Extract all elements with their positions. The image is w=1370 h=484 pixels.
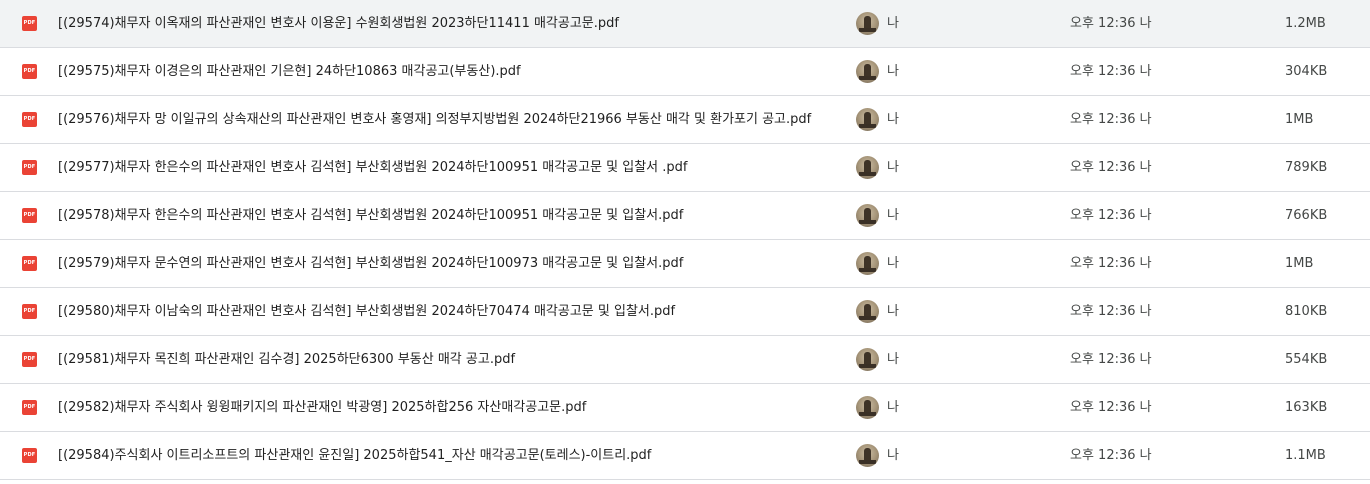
modified-time: 오후 12:36 나 bbox=[1070, 256, 1152, 271]
owner-avatar bbox=[856, 444, 879, 467]
pdf-icon: PDF bbox=[22, 304, 37, 319]
pdf-icon: PDF bbox=[22, 208, 37, 223]
pdf-icon: PDF bbox=[22, 160, 37, 175]
owner-avatar bbox=[856, 252, 879, 275]
owner-avatar bbox=[856, 12, 879, 35]
file-name[interactable]: [(29581)채무자 목진희 파산관재인 김수경] 2025하단6300 부동… bbox=[58, 336, 848, 383]
modified-time: 오후 12:36 나 bbox=[1070, 112, 1152, 127]
file-row[interactable]: PDF [(29579)채무자 문수연의 파산관재인 변호사 김석현] 부산회생… bbox=[0, 240, 1370, 288]
file-size: 1MB bbox=[1285, 256, 1314, 271]
pdf-icon: PDF bbox=[22, 64, 37, 79]
modified-time: 오후 12:36 나 bbox=[1070, 160, 1152, 175]
file-row[interactable]: PDF [(29584)주식회사 이트리소프트의 파산관재인 윤진일] 2025… bbox=[0, 432, 1370, 480]
file-size: 554KB bbox=[1285, 352, 1328, 367]
file-row[interactable]: PDF [(29577)채무자 한은수의 파산관재인 변호사 김석현] 부산회생… bbox=[0, 144, 1370, 192]
file-name[interactable]: [(29576)채무자 망 이일규의 상속재산의 파산관재인 변호사 홍영재] … bbox=[58, 96, 848, 143]
file-size: 163KB bbox=[1285, 400, 1328, 415]
owner-avatar bbox=[856, 348, 879, 371]
modified-time: 오후 12:36 나 bbox=[1070, 208, 1152, 223]
modified-time: 오후 12:36 나 bbox=[1070, 448, 1152, 463]
file-row[interactable]: PDF [(29575)채무자 이경은의 파산관재인 기은현] 24하단1086… bbox=[0, 48, 1370, 96]
owner-label: 나 bbox=[887, 160, 899, 175]
modified-time: 오후 12:36 나 bbox=[1070, 64, 1152, 79]
file-name[interactable]: [(29574)채무자 이옥재의 파산관재인 변호사 이용운] 수원회생법원 2… bbox=[58, 0, 848, 47]
pdf-icon: PDF bbox=[22, 448, 37, 463]
file-name[interactable]: [(29577)채무자 한은수의 파산관재인 변호사 김석현] 부산회생법원 2… bbox=[58, 144, 848, 191]
owner-avatar bbox=[856, 108, 879, 131]
file-row[interactable]: PDF [(29574)채무자 이옥재의 파산관재인 변호사 이용운] 수원회생… bbox=[0, 0, 1370, 48]
file-row[interactable]: PDF [(29582)채무자 주식회사 윙윙패키지의 파산관재인 박광영] 2… bbox=[0, 384, 1370, 432]
owner-label: 나 bbox=[887, 304, 899, 319]
file-row[interactable]: PDF [(29581)채무자 목진희 파산관재인 김수경] 2025하단630… bbox=[0, 336, 1370, 384]
owner-label: 나 bbox=[887, 448, 899, 463]
file-name[interactable]: [(29579)채무자 문수연의 파산관재인 변호사 김석현] 부산회생법원 2… bbox=[58, 240, 848, 287]
modified-time: 오후 12:36 나 bbox=[1070, 304, 1152, 319]
modified-time: 오후 12:36 나 bbox=[1070, 16, 1152, 31]
pdf-icon: PDF bbox=[22, 256, 37, 271]
owner-label: 나 bbox=[887, 256, 899, 271]
owner-label: 나 bbox=[887, 64, 899, 79]
file-list: PDF [(29574)채무자 이옥재의 파산관재인 변호사 이용운] 수원회생… bbox=[0, 0, 1370, 480]
file-name[interactable]: [(29580)채무자 이남숙의 파산관재인 변호사 김석현] 부산회생법원 2… bbox=[58, 288, 848, 335]
file-size: 766KB bbox=[1285, 208, 1328, 223]
modified-time: 오후 12:36 나 bbox=[1070, 352, 1152, 367]
file-row[interactable]: PDF [(29578)채무자 한은수의 파산관재인 변호사 김석현] 부산회생… bbox=[0, 192, 1370, 240]
file-name[interactable]: [(29582)채무자 주식회사 윙윙패키지의 파산관재인 박광영] 2025하… bbox=[58, 384, 848, 431]
pdf-icon: PDF bbox=[22, 16, 37, 31]
file-row[interactable]: PDF [(29576)채무자 망 이일규의 상속재산의 파산관재인 변호사 홍… bbox=[0, 96, 1370, 144]
file-size: 1MB bbox=[1285, 112, 1314, 127]
file-size: 810KB bbox=[1285, 304, 1328, 319]
pdf-icon: PDF bbox=[22, 112, 37, 127]
file-size: 1.2MB bbox=[1285, 16, 1326, 31]
owner-avatar bbox=[856, 300, 879, 323]
file-name[interactable]: [(29575)채무자 이경은의 파산관재인 기은현] 24하단10863 매각… bbox=[58, 48, 848, 95]
file-row[interactable]: PDF [(29580)채무자 이남숙의 파산관재인 변호사 김석현] 부산회생… bbox=[0, 288, 1370, 336]
file-name[interactable]: [(29578)채무자 한은수의 파산관재인 변호사 김석현] 부산회생법원 2… bbox=[58, 192, 848, 239]
modified-time: 오후 12:36 나 bbox=[1070, 400, 1152, 415]
pdf-icon: PDF bbox=[22, 400, 37, 415]
owner-label: 나 bbox=[887, 352, 899, 367]
file-size: 789KB bbox=[1285, 160, 1328, 175]
file-name[interactable]: [(29584)주식회사 이트리소프트의 파산관재인 윤진일] 2025하합54… bbox=[58, 432, 848, 479]
owner-avatar bbox=[856, 156, 879, 179]
owner-avatar bbox=[856, 204, 879, 227]
owner-label: 나 bbox=[887, 400, 899, 415]
file-size: 304KB bbox=[1285, 64, 1328, 79]
owner-label: 나 bbox=[887, 16, 899, 31]
file-size: 1.1MB bbox=[1285, 448, 1326, 463]
pdf-icon: PDF bbox=[22, 352, 37, 367]
owner-label: 나 bbox=[887, 112, 899, 127]
owner-avatar bbox=[856, 60, 879, 83]
owner-avatar bbox=[856, 396, 879, 419]
owner-label: 나 bbox=[887, 208, 899, 223]
